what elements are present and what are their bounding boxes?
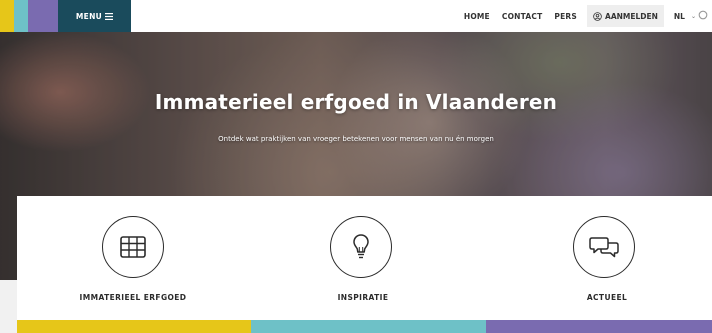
chat-bubbles-icon — [588, 237, 619, 258]
chevron-down-icon[interactable]: ⌄ — [689, 13, 698, 20]
language-selector[interactable]: NL — [668, 12, 689, 21]
card-inspiratie[interactable]: INSPIRATIE — [257, 196, 489, 320]
hero-subtitle: Ontdek wat praktijken van vroeger beteke… — [218, 135, 494, 143]
top-navigation-bar: MENU HOME CONTACT PERS AANMELDEN NL ⌄ — [0, 0, 712, 32]
bottom-strip-teal — [251, 320, 486, 333]
hero-title: Immaterieel erfgoed in Vlaanderen — [154, 90, 558, 114]
category-cards-panel: IMMATERIEEL ERFGOED INSPIRATIE ACTUEEL — [17, 196, 712, 320]
card-label: INSPIRATIE — [337, 293, 389, 302]
nav-home-link[interactable]: HOME — [458, 12, 496, 21]
menu-label: MENU — [75, 11, 103, 21]
menu-button[interactable]: MENU — [58, 0, 131, 32]
card-label: ACTUEEL — [586, 293, 628, 302]
card-icon-circle — [102, 216, 164, 278]
login-label: AANMELDEN — [605, 11, 658, 21]
card-icon-circle — [572, 216, 635, 278]
bottom-strip-purple — [486, 320, 712, 333]
card-immaterieel-erfgoed[interactable]: IMMATERIEEL ERFGOED — [17, 196, 249, 320]
card-label: IMMATERIEEL ERFGOED — [79, 293, 187, 302]
login-button[interactable]: AANMELDEN — [587, 5, 664, 27]
brand-stripe-teal — [14, 0, 28, 32]
search-icon[interactable] — [698, 0, 712, 32]
card-actueel[interactable]: ACTUEEL — [497, 196, 712, 320]
bottom-strip-yellow — [17, 320, 251, 333]
bottom-color-strips — [17, 320, 712, 333]
nav-pers-link[interactable]: PERS — [548, 12, 583, 21]
nav-contact-link[interactable]: CONTACT — [496, 12, 549, 21]
brand-stripe-yellow — [0, 0, 14, 32]
top-nav-links: HOME CONTACT PERS AANMELDEN NL ⌄ — [458, 0, 712, 32]
grid-table-icon — [120, 236, 146, 258]
user-circle-icon — [593, 11, 602, 21]
brand-stripe-purple — [28, 0, 58, 32]
lightbulb-icon — [353, 234, 370, 259]
brand-stripes — [0, 0, 58, 32]
card-icon-circle — [330, 216, 393, 278]
hamburger-icon — [105, 12, 114, 20]
